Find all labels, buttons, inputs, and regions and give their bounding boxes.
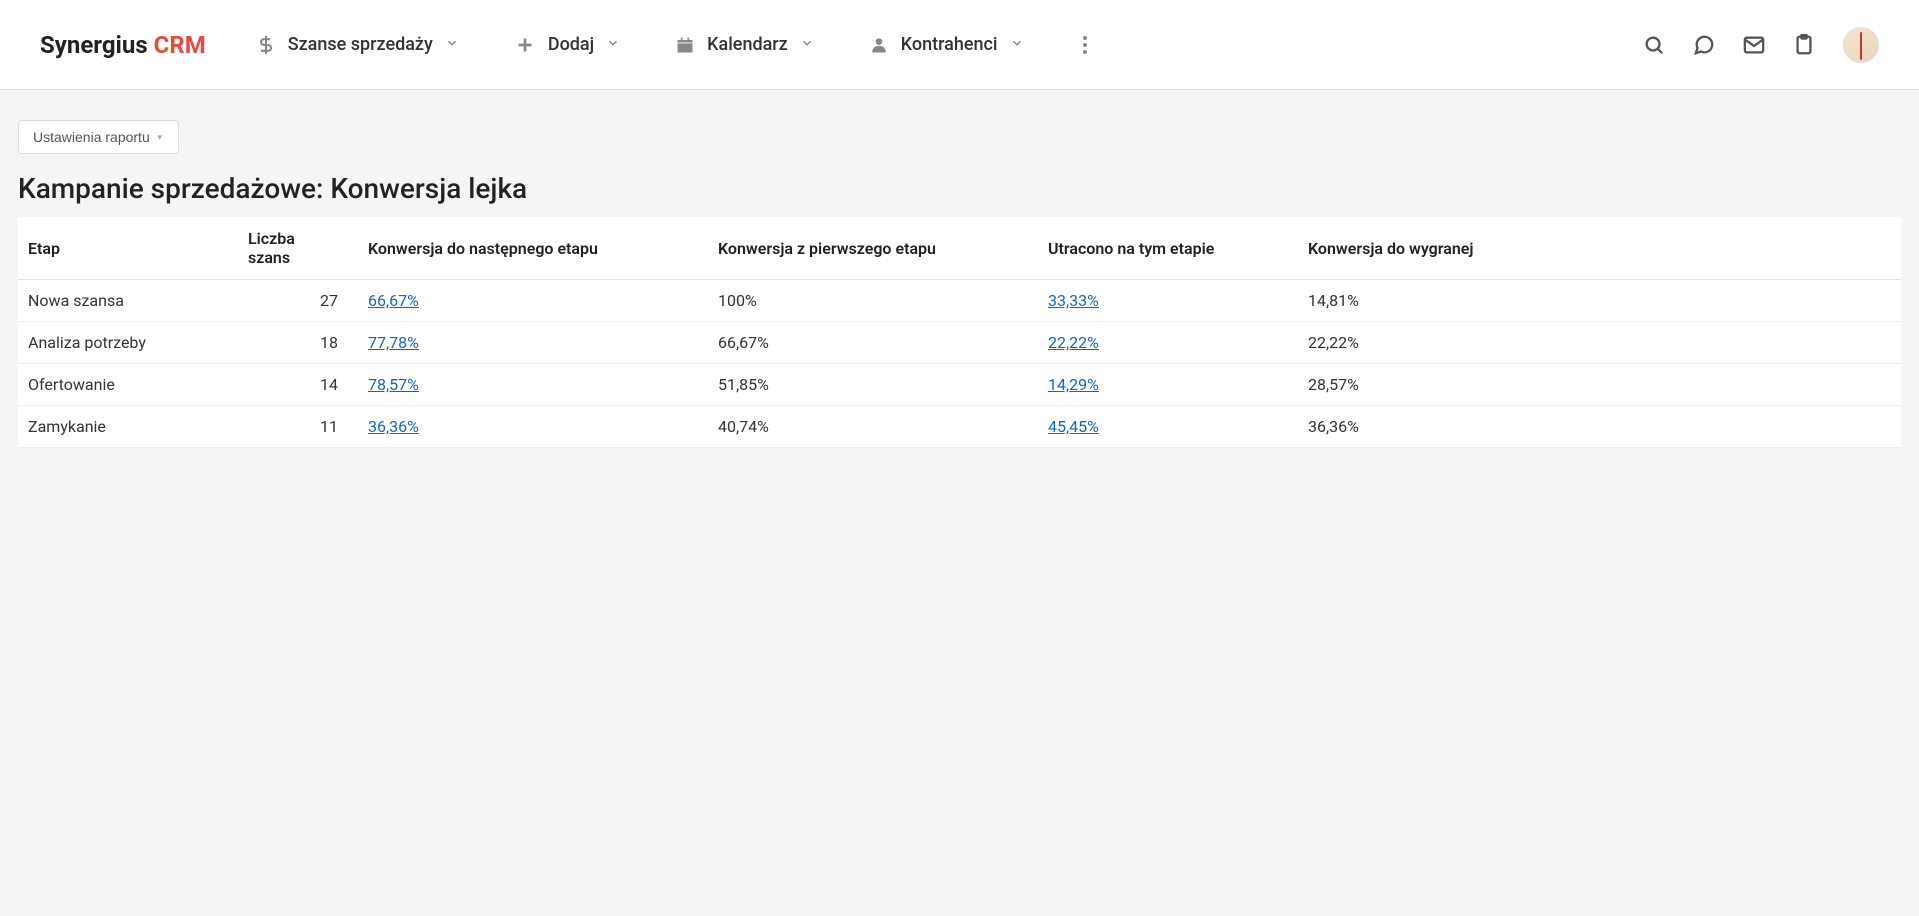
link-lost[interactable]: 33,33% bbox=[1048, 291, 1099, 310]
logo-primary-text: Synergius bbox=[40, 31, 148, 59]
cell-first-conversion: 40,74% bbox=[708, 406, 1038, 448]
link-next-conversion[interactable]: 36,36% bbox=[368, 417, 419, 436]
logo-accent-text: CRM bbox=[154, 31, 206, 59]
nav-calendar-label: Kalendarz bbox=[707, 34, 788, 55]
report-settings-button[interactable]: Ustawienia raportu ▼ bbox=[18, 120, 179, 154]
header-right bbox=[1643, 27, 1879, 63]
chevron-down-icon bbox=[445, 36, 459, 53]
table-row: Zamykanie11 36,36% 40,74% 45,45% 36,36% bbox=[18, 406, 1901, 448]
nav-contractors[interactable]: Kontrahenci bbox=[869, 34, 1024, 55]
calendar-icon bbox=[675, 35, 695, 55]
chevron-down-icon bbox=[1010, 36, 1024, 53]
cell-stage: Ofertowanie bbox=[18, 364, 238, 406]
table-row: Nowa szansa27 66,67% 100% 33,33% 14,81% bbox=[18, 280, 1901, 322]
nav-sales-opportunities[interactable]: Szanse sprzedaży bbox=[256, 34, 459, 55]
chat-icon[interactable] bbox=[1693, 34, 1715, 56]
header-next-conversion: Konwersja do następnego etapu bbox=[358, 217, 708, 280]
funnel-conversion-table: Etap Liczba szans Konwersja do następneg… bbox=[18, 217, 1901, 448]
more-menu-icon[interactable] bbox=[1079, 32, 1091, 58]
link-lost[interactable]: 14,29% bbox=[1048, 375, 1099, 394]
cell-lost: 33,33% bbox=[1038, 280, 1298, 322]
cell-count: 14 bbox=[238, 364, 358, 406]
cell-first-conversion: 100% bbox=[708, 280, 1038, 322]
cell-lost: 14,29% bbox=[1038, 364, 1298, 406]
table-row: Ofertowanie14 78,57% 51,85% 14,29% 28,57% bbox=[18, 364, 1901, 406]
nav-add[interactable]: Dodaj bbox=[514, 34, 620, 56]
plus-icon bbox=[514, 34, 536, 56]
cell-win-conversion: 14,81% bbox=[1298, 280, 1901, 322]
cell-stage: Zamykanie bbox=[18, 406, 238, 448]
dollar-icon bbox=[256, 35, 276, 55]
report-settings-label: Ustawienia raportu bbox=[33, 129, 150, 145]
logo[interactable]: Synergius CRM bbox=[40, 31, 206, 59]
header-stage: Etap bbox=[18, 217, 238, 280]
link-next-conversion[interactable]: 78,57% bbox=[368, 375, 419, 394]
cell-count: 11 bbox=[238, 406, 358, 448]
link-next-conversion[interactable]: 66,67% bbox=[368, 291, 419, 310]
cell-first-conversion: 66,67% bbox=[708, 322, 1038, 364]
cell-win-conversion: 28,57% bbox=[1298, 364, 1901, 406]
table-header-row: Etap Liczba szans Konwersja do następneg… bbox=[18, 217, 1901, 280]
header-count: Liczba szans bbox=[238, 217, 358, 280]
nav-menu: Szanse sprzedaży Dodaj Kalendarz bbox=[256, 32, 1643, 58]
cell-next-conversion: 36,36% bbox=[358, 406, 708, 448]
chevron-down-icon bbox=[606, 36, 620, 53]
cell-stage: Analiza potrzeby bbox=[18, 322, 238, 364]
main-header: Synergius CRM Szanse sprzedaży Dodaj bbox=[0, 0, 1919, 90]
cell-next-conversion: 78,57% bbox=[358, 364, 708, 406]
cell-stage: Nowa szansa bbox=[18, 280, 238, 322]
link-next-conversion[interactable]: 77,78% bbox=[368, 333, 419, 352]
link-lost[interactable]: 22,22% bbox=[1048, 333, 1099, 352]
cell-win-conversion: 22,22% bbox=[1298, 322, 1901, 364]
nav-contractors-label: Kontrahenci bbox=[901, 34, 998, 55]
person-icon bbox=[869, 35, 889, 55]
nav-calendar[interactable]: Kalendarz bbox=[675, 34, 814, 55]
cell-first-conversion: 51,85% bbox=[708, 364, 1038, 406]
cell-next-conversion: 77,78% bbox=[358, 322, 708, 364]
triangle-down-icon: ▼ bbox=[156, 133, 164, 142]
header-first-conversion: Konwersja z pierwszego etapu bbox=[708, 217, 1038, 280]
user-avatar[interactable] bbox=[1843, 27, 1879, 63]
cell-count: 18 bbox=[238, 322, 358, 364]
link-lost[interactable]: 45,45% bbox=[1048, 417, 1099, 436]
nav-sales-label: Szanse sprzedaży bbox=[288, 34, 433, 55]
cell-win-conversion: 36,36% bbox=[1298, 406, 1901, 448]
header-lost: Utracono na tym etapie bbox=[1038, 217, 1298, 280]
table-row: Analiza potrzeby18 77,78% 66,67% 22,22% 22,2… bbox=[18, 322, 1901, 364]
clipboard-icon[interactable] bbox=[1793, 34, 1815, 56]
nav-add-label: Dodaj bbox=[548, 34, 594, 55]
content-area: Ustawienia raportu ▼ Kampanie sprzedażow… bbox=[0, 90, 1919, 478]
search-icon[interactable] bbox=[1643, 34, 1665, 56]
header-win-conversion: Konwersja do wygranej bbox=[1298, 217, 1901, 280]
cell-next-conversion: 66,67% bbox=[358, 280, 708, 322]
cell-lost: 22,22% bbox=[1038, 322, 1298, 364]
chevron-down-icon bbox=[800, 36, 814, 53]
page-title: Kampanie sprzedażowe: Konwersja lejka bbox=[18, 172, 1901, 205]
cell-count: 27 bbox=[238, 280, 358, 322]
mail-icon[interactable] bbox=[1743, 34, 1765, 56]
cell-lost: 45,45% bbox=[1038, 406, 1298, 448]
